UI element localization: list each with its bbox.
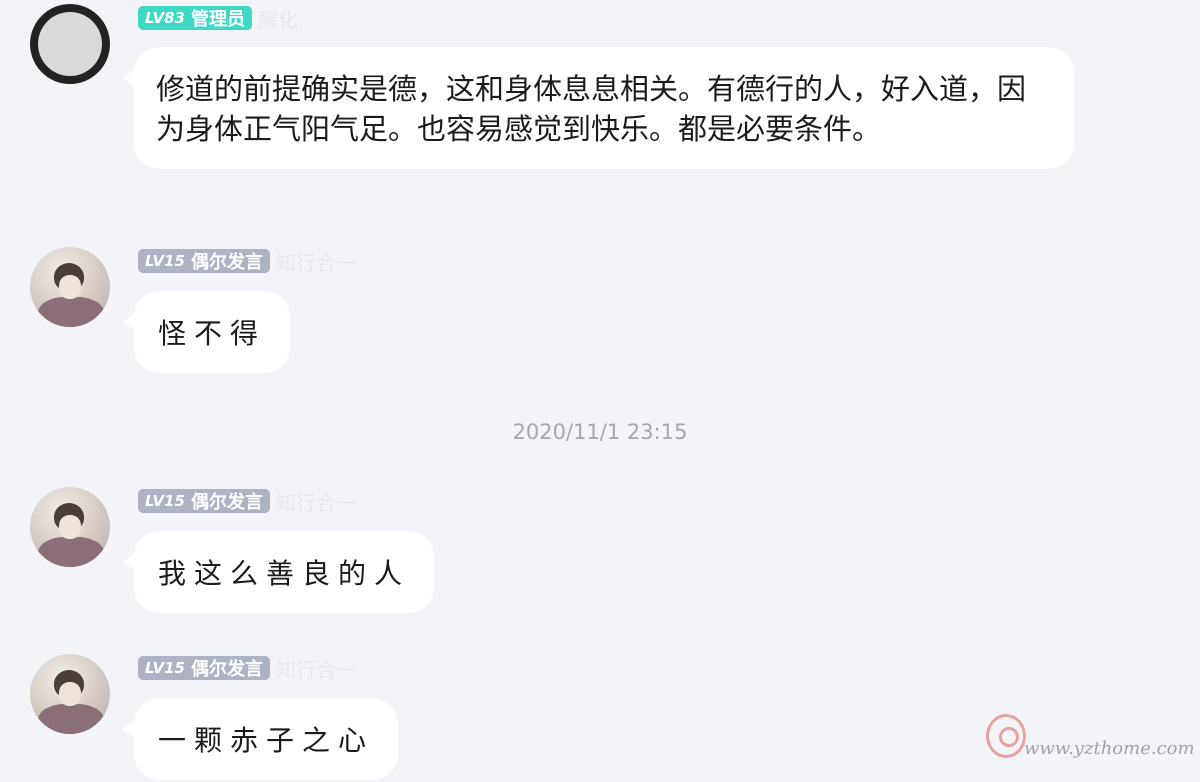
message-bubble[interactable]: 一颗赤子之心 <box>121 698 399 780</box>
level-label: LV15 <box>145 252 185 270</box>
message-bubble[interactable]: 怪不得 <box>121 291 291 373</box>
watermark-logo-icon <box>986 714 1026 758</box>
avatar-face <box>59 682 81 706</box>
level-label: LV15 <box>145 659 185 677</box>
level-label: LV83 <box>145 9 185 27</box>
avatar-figure-icon <box>38 297 104 327</box>
message-text: 修道的前提确实是德，这和身体息息相关。有德行的人，好入道，因为身体正气阳气足。也… <box>156 72 1027 146</box>
sender-meta: LV15 偶尔发言 知行合一 <box>138 487 356 516</box>
watermark: www.yzthome.com <box>980 712 1195 768</box>
nickname[interactable]: 醒化 <box>258 4 298 33</box>
avatar-user[interactable] <box>30 247 110 327</box>
sender-meta: LV83 管理员 醒化 <box>138 4 298 33</box>
avatar-user[interactable] <box>30 487 110 567</box>
avatar-figure-icon <box>38 537 104 567</box>
watermark-text: www.yzthome.com <box>1024 738 1195 759</box>
message-text: 我这么善良的人 <box>158 557 411 590</box>
message-bubble[interactable]: 我这么善良的人 <box>121 531 435 613</box>
message-text: 怪不得 <box>158 317 267 350</box>
level-badge: LV15 偶尔发言 <box>138 489 270 513</box>
message-text: 一颗赤子之心 <box>158 724 375 757</box>
level-badge: LV15 偶尔发言 <box>138 249 270 273</box>
level-badge: LV15 偶尔发言 <box>138 656 270 680</box>
message-bubble[interactable]: 修道的前提确实是德，这和身体息息相关。有德行的人，好入道，因为身体正气阳气足。也… <box>122 47 1074 169</box>
level-badge: LV83 管理员 <box>138 6 252 30</box>
sender-meta: LV15 偶尔发言 知行合一 <box>138 247 356 276</box>
avatar-face <box>59 515 81 539</box>
nickname[interactable]: 知行合一 <box>276 487 356 516</box>
nickname[interactable]: 知行合一 <box>276 654 356 683</box>
avatar-user[interactable] <box>30 654 110 734</box>
avatar-figure-icon <box>38 704 104 734</box>
timestamp: 2020/11/1 23:15 <box>512 420 688 444</box>
avatar-face <box>59 275 81 299</box>
avatar-admin[interactable] <box>30 4 110 84</box>
title-label: 管理员 <box>190 9 245 30</box>
title-label: 偶尔发言 <box>190 659 263 680</box>
avatar-logo-icon <box>38 12 102 76</box>
title-label: 偶尔发言 <box>190 252 263 273</box>
title-label: 偶尔发言 <box>190 492 263 513</box>
level-label: LV15 <box>145 492 185 510</box>
sender-meta: LV15 偶尔发言 知行合一 <box>138 654 356 683</box>
nickname[interactable]: 知行合一 <box>276 247 356 276</box>
